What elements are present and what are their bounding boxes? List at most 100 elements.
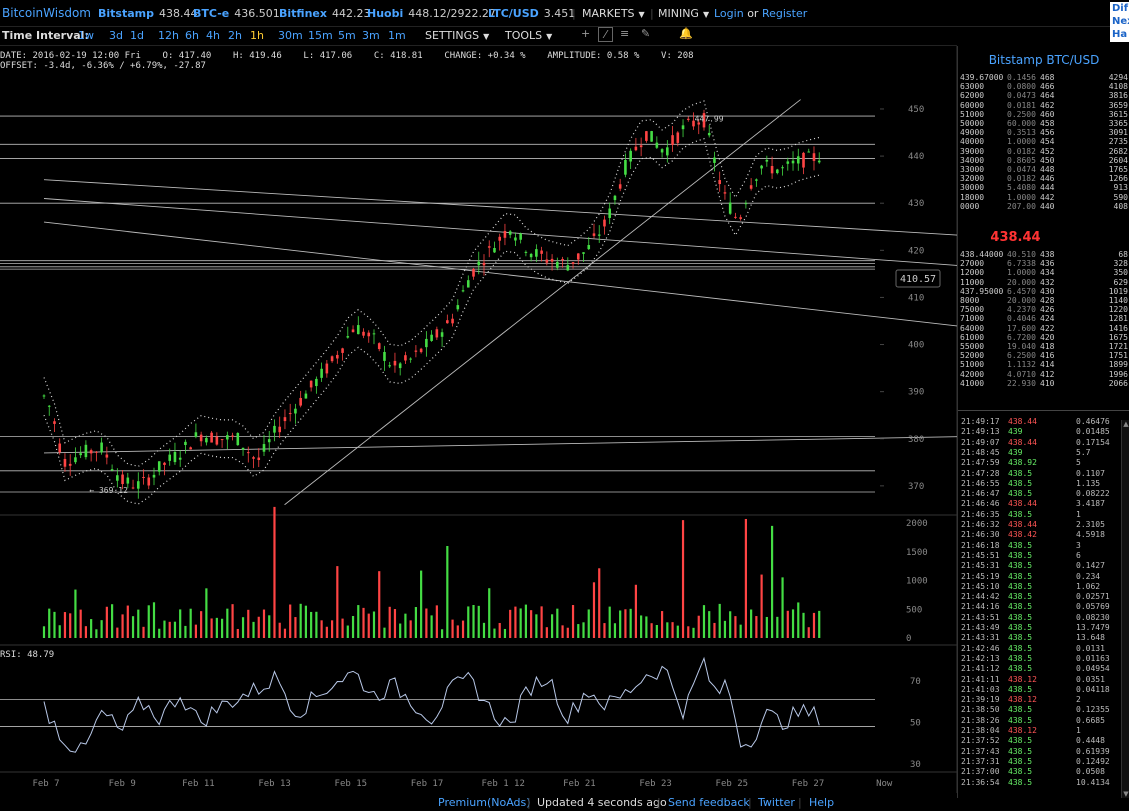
candle-body bbox=[472, 268, 475, 277]
volume-bar bbox=[613, 623, 617, 638]
volume-bar bbox=[299, 603, 302, 638]
bid-row[interactable]: 51000 1.1132 414 1899 bbox=[958, 360, 1129, 369]
orderbook-price: 49000 bbox=[960, 128, 985, 138]
bid-row[interactable]: 52000 6.2500 416 1751 bbox=[958, 351, 1129, 360]
candle-body bbox=[482, 262, 486, 266]
footer-divider: | bbox=[527, 796, 531, 809]
candle-body bbox=[618, 184, 622, 189]
bid-row[interactable]: 71000 0.4046 424 1281 bbox=[958, 314, 1129, 323]
candle-body bbox=[566, 265, 570, 271]
orderbook-total: 3816 bbox=[1108, 91, 1128, 101]
bid-row[interactable]: 12000 1.0000 434 350 bbox=[958, 268, 1129, 277]
volume-bar bbox=[48, 608, 51, 638]
trades-scrollbar[interactable]: ▲ ▼ bbox=[1121, 420, 1129, 798]
trade-price: 438.5 bbox=[1008, 540, 1033, 550]
orderbook-amount: 0.0182 bbox=[1007, 146, 1036, 156]
orderbook-title[interactable]: Bitstamp BTC/USD bbox=[958, 53, 1129, 67]
volume-bar bbox=[535, 614, 538, 638]
ask-row[interactable]: 49000 0.3513 456 3091 bbox=[958, 128, 1129, 137]
candle-body bbox=[168, 454, 172, 461]
ask-row[interactable]: 63000 0.0800 466 4108 bbox=[958, 82, 1129, 91]
candle-body bbox=[315, 378, 318, 387]
candle-body bbox=[446, 320, 449, 324]
bid-row[interactable]: 41000 22.930 410 2066 bbox=[958, 379, 1129, 388]
trade-price: 438.5 bbox=[1008, 777, 1033, 787]
trade-time: 21:46:47 bbox=[961, 489, 1000, 499]
ask-row[interactable]: 40000 1.0000 454 2735 bbox=[958, 137, 1129, 146]
bid-row[interactable]: 61000 6.7200 420 1675 bbox=[958, 333, 1129, 342]
candle-body bbox=[477, 261, 481, 266]
ask-row[interactable]: 39000 0.0182 452 2682 bbox=[958, 147, 1129, 156]
rsi-axis-label: 30 bbox=[910, 760, 921, 770]
candle-body bbox=[582, 252, 585, 254]
volume-bar bbox=[640, 615, 643, 638]
bid-row[interactable]: 27000 6.7338 436 328 bbox=[958, 259, 1129, 268]
price-chart[interactable]: 370 380 390 400 410 420 430 440 450 447.99 ← 369.1… bbox=[0, 0, 957, 793]
volume-bar bbox=[69, 613, 72, 638]
orderbook-amount: 6.7200 bbox=[1007, 332, 1036, 342]
difficulty-widget[interactable]: Dif Nex Ha bbox=[1110, 2, 1129, 42]
help-link[interactable]: Help bbox=[809, 796, 834, 809]
volume-bar bbox=[383, 627, 386, 638]
premium-link[interactable]: Premium(NoAds) bbox=[438, 796, 531, 809]
trade-row: 21:37:31 438.5 0.12492 bbox=[961, 757, 1121, 767]
ask-row[interactable]: 51000 0.2500 460 3615 bbox=[958, 110, 1129, 119]
ask-row[interactable]: 62000 0.0473 464 3816 bbox=[958, 91, 1129, 100]
twitter-link[interactable]: Twitter bbox=[758, 796, 795, 809]
scroll-up-icon[interactable]: ▲ bbox=[1122, 420, 1129, 428]
bid-row[interactable]: 11000 20.000 432 629 bbox=[958, 278, 1129, 287]
candle-body bbox=[79, 453, 82, 456]
volume-bar bbox=[755, 616, 758, 638]
ask-row[interactable]: 439.67000 0.1456 468 4294 bbox=[958, 73, 1129, 82]
candle-body bbox=[163, 462, 166, 465]
candle-body bbox=[755, 179, 758, 181]
candle-body bbox=[765, 159, 769, 162]
candle-body bbox=[529, 253, 533, 258]
candle-body bbox=[686, 118, 690, 120]
trade-time: 21:38:50 bbox=[961, 705, 1000, 715]
trade-price: 439 bbox=[1008, 447, 1023, 457]
ask-row[interactable]: 18000 1.0000 442 590 bbox=[958, 193, 1129, 202]
trade-amount: 0.6685 bbox=[1076, 715, 1105, 725]
bid-row[interactable]: 55000 19.040 418 1721 bbox=[958, 342, 1129, 351]
trade-amount: 13.7479 bbox=[1076, 623, 1110, 632]
candle-body bbox=[105, 454, 109, 458]
trades-divider bbox=[958, 410, 1129, 411]
ask-row[interactable]: 60000 0.0181 462 3659 bbox=[958, 101, 1129, 110]
price-axis-label: 450 bbox=[908, 105, 924, 115]
bid-row[interactable]: 437.95000 6.4570 430 1019 bbox=[958, 287, 1129, 296]
volume-bar bbox=[650, 623, 653, 638]
volume-bar bbox=[257, 616, 260, 638]
candle-body bbox=[246, 452, 250, 454]
corner-line: Nex bbox=[1112, 16, 1129, 27]
orderbook-sum: 412 bbox=[1040, 369, 1055, 379]
bid-row[interactable]: 8000 20.000 428 1140 bbox=[958, 296, 1129, 305]
candle-body bbox=[178, 457, 182, 460]
ask-row[interactable]: 33000 0.0474 448 1765 bbox=[958, 165, 1129, 174]
volume-bar bbox=[561, 625, 564, 638]
volume-bar bbox=[666, 622, 669, 638]
trade-price: 438.5 bbox=[1008, 633, 1033, 643]
ask-row[interactable]: 50000 60.000 458 3365 bbox=[958, 119, 1129, 128]
price-axis-label: 430 bbox=[908, 199, 924, 209]
orderbook-price: 41000 bbox=[960, 378, 985, 388]
orderbook-total: 1019 bbox=[1108, 286, 1128, 296]
bid-row[interactable]: 64000 17.600 422 1416 bbox=[958, 324, 1129, 333]
candle-body bbox=[210, 432, 213, 443]
ask-row[interactable]: 34000 0.8605 450 2604 bbox=[958, 156, 1129, 165]
volume-bar bbox=[420, 570, 423, 638]
volume-bar bbox=[163, 620, 166, 638]
ask-row[interactable]: 32000 0.0182 446 1266 bbox=[958, 174, 1129, 183]
ask-row[interactable]: 30000 5.4080 444 913 bbox=[958, 183, 1129, 192]
orderbook-panel: Bitstamp BTC/USD 439.67000 0.1456 468 4294 6… bbox=[957, 46, 1129, 798]
last-price: 438.44 bbox=[990, 230, 1041, 245]
ask-row[interactable]: 0000 207.00 440 408 bbox=[958, 202, 1129, 211]
candle-body bbox=[791, 160, 795, 164]
bid-row[interactable]: 438.44000 40.510 438 68 bbox=[958, 250, 1129, 259]
bid-row[interactable]: 75000 4.2370 426 1220 bbox=[958, 305, 1129, 314]
candle-body bbox=[608, 208, 612, 218]
feedback-link[interactable]: Send feedback bbox=[668, 796, 750, 809]
orderbook-total: 1765 bbox=[1108, 165, 1128, 174]
bid-row[interactable]: 42000 4.0710 412 1996 bbox=[958, 370, 1129, 379]
orderbook-total: 1140 bbox=[1108, 296, 1128, 305]
